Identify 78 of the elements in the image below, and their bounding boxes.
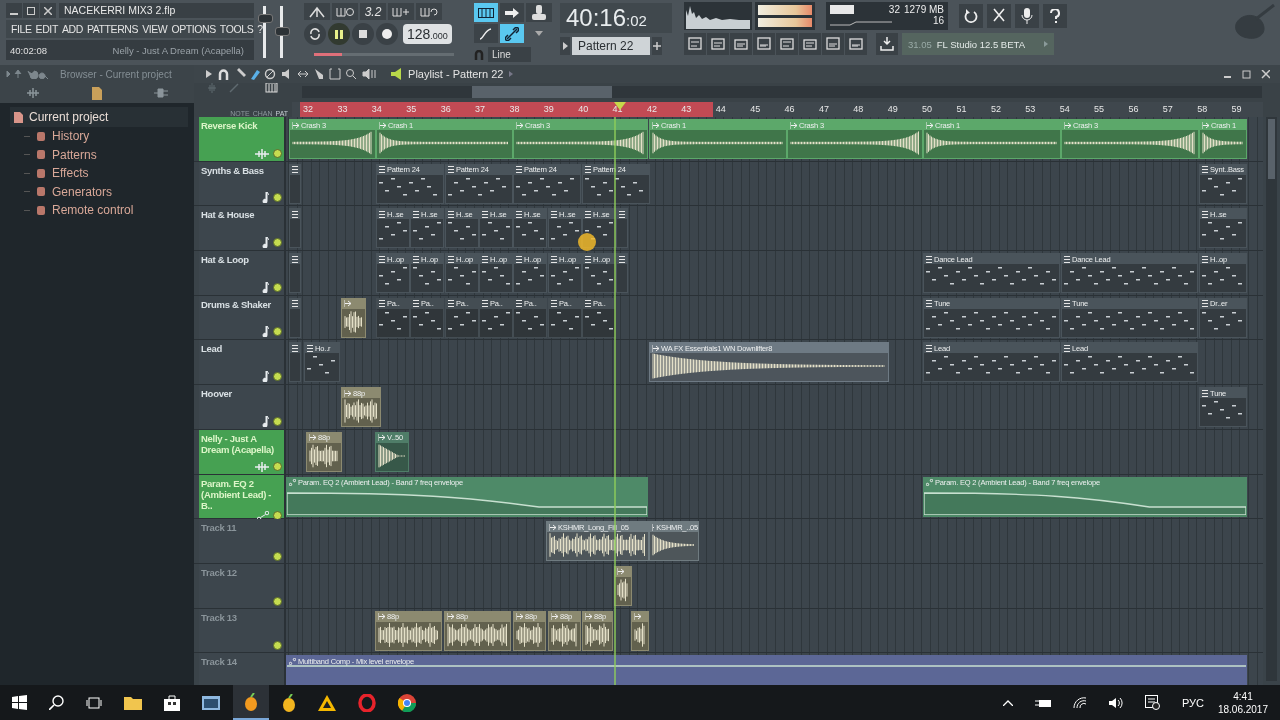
pattern-selector[interactable]: Pattern 22	[572, 37, 650, 55]
menu-item[interactable]: OPTIONS	[171, 23, 216, 35]
memory-value: 1279 MB	[903, 4, 944, 15]
track-header[interactable]: Hat & Loop	[199, 251, 287, 295]
hint-time: 40:02:08	[10, 44, 47, 56]
bar-number: 35	[403, 102, 438, 117]
bar-number: 52	[989, 103, 1002, 116]
menu-item[interactable]: ?	[257, 23, 263, 35]
bar-number: 40	[575, 102, 610, 117]
project-title: NACEKERRI MIX3 2.flp	[59, 3, 254, 18]
bar-number: 50	[921, 103, 934, 116]
track-name: Hoover	[201, 388, 233, 400]
news-date: 31.05	[908, 38, 932, 50]
news-text: FL Studio 12.5 BETA	[936, 38, 1026, 50]
track-name: Hat & House	[201, 209, 256, 221]
polyphony-value: 16	[932, 15, 944, 26]
track-name: Track 12	[201, 566, 238, 578]
menu-item[interactable]: TOOLS	[219, 23, 254, 35]
clock-date[interactable]: 18.06.2017	[1217, 703, 1268, 715]
bar-number: 58	[1196, 103, 1209, 116]
cpu-value: 32	[888, 4, 900, 15]
track-name: Reverse Kick	[201, 120, 259, 131]
track-name: Param. EQ 2 (Ambient Lead) - B..	[201, 477, 273, 511]
bar-number: 37	[472, 102, 507, 117]
bar-number: 51	[955, 103, 968, 116]
bar-number: 42	[643, 102, 679, 117]
bar-number: 33	[334, 102, 369, 117]
menu-item[interactable]: EDIT	[35, 23, 58, 35]
tree-item[interactable]: Patterns	[52, 147, 97, 162]
bar-number: 54	[1058, 103, 1071, 116]
bar-number: 55	[1093, 103, 1106, 116]
bar-number: 45	[749, 103, 762, 116]
track-name: Synths & Bass	[201, 164, 265, 176]
menu-item[interactable]: PATTERNS	[86, 23, 139, 35]
bar-number: 48	[852, 103, 865, 116]
bar-number: 44	[714, 103, 727, 116]
bar-number: 46	[783, 103, 796, 116]
hint-text: Nelly - Just A Dream (Acapella)	[112, 44, 244, 56]
menu-item[interactable]: FILE	[11, 23, 32, 35]
clock-time[interactable]: 4:41	[1233, 690, 1253, 702]
track-name: Nelly - Just A Dream (Acapella)	[201, 432, 275, 455]
bar-number: 43	[678, 102, 713, 117]
playlist-title: Playlist - Pattern 22	[408, 68, 504, 80]
track-name: Track 11	[201, 522, 238, 534]
snap-dropdown[interactable]: Line	[488, 47, 531, 62]
track-header[interactable]: Hat & House	[199, 206, 287, 251]
track-name: Lead	[201, 343, 224, 355]
bar-number: 56	[1127, 103, 1140, 116]
bar-number: 34	[368, 102, 404, 117]
bar-number: 57	[1161, 103, 1174, 116]
bar-number: 36	[437, 102, 472, 117]
track-name: Track 14	[201, 656, 238, 668]
bar-number: 39	[540, 102, 576, 117]
tree-item[interactable]: History	[52, 129, 90, 144]
bar-number: 49	[886, 103, 899, 116]
menu-item[interactable]: ADD	[61, 23, 83, 35]
tempo-field[interactable]: 128.000	[403, 24, 452, 44]
news-panel[interactable]: 31.05 FL Studio 12.5 BETA	[902, 33, 1054, 55]
bar-number: 53	[1024, 103, 1037, 116]
song-time: 40:16:02	[560, 3, 672, 33]
language-indicator[interactable]: РУС	[1181, 696, 1204, 709]
bar-number: 38	[506, 102, 541, 117]
tree-item[interactable]: Effects	[52, 166, 89, 181]
tree-item[interactable]: Generators	[52, 184, 113, 199]
track-header[interactable]: Synths & Bass	[199, 161, 287, 206]
bar-number: 47	[817, 103, 830, 116]
tree-item[interactable]: Remote control	[52, 203, 134, 218]
track-name: Track 13	[201, 611, 238, 623]
step-edit-button[interactable]: 3.2	[360, 3, 386, 20]
menu-item[interactable]: VIEW	[142, 23, 168, 35]
track-name: Drums & Shaker	[201, 298, 272, 310]
track-name: Hat & Loop	[201, 254, 250, 266]
track-header[interactable]: Drums & Shaker	[199, 295, 287, 340]
bar-number: 59	[1230, 103, 1243, 116]
track-header[interactable]: Hoover	[199, 385, 287, 429]
browser-title: Browser - Current project	[60, 68, 172, 80]
track-header[interactable]: Lead	[199, 340, 287, 385]
bar-number: 32	[300, 102, 335, 117]
